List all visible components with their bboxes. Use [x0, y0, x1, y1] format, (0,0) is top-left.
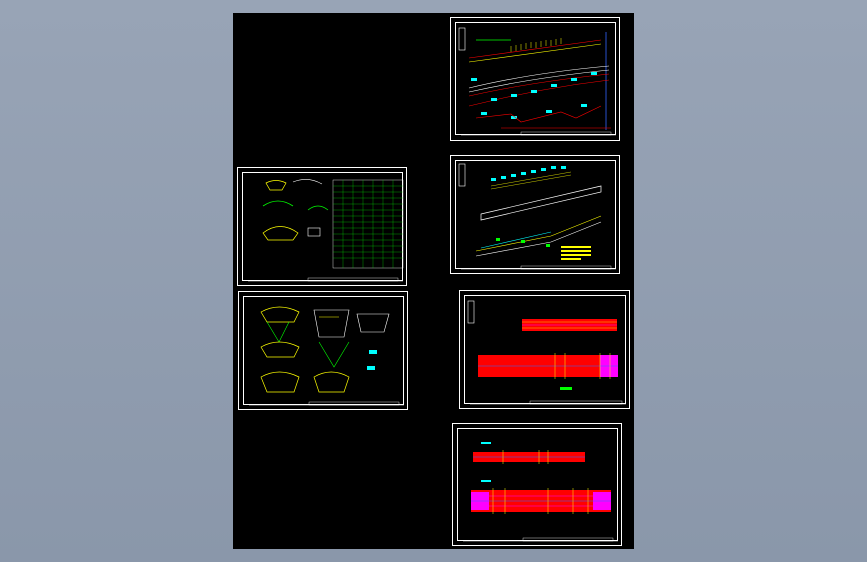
drawing-sheet-red-elevation-1[interactable] [459, 290, 630, 409]
plan-profile-drawing [458, 27, 616, 136]
drawing-sheet-section-table[interactable] [237, 167, 407, 286]
section-table-drawing [248, 179, 404, 282]
red-elevation-drawing [467, 300, 626, 405]
drawing-sheet-detail-sections[interactable] [238, 291, 408, 410]
red-elevation-drawing [463, 442, 618, 542]
cad-model-space[interactable] [233, 13, 634, 549]
drawing-sheet-red-elevation-2[interactable] [452, 423, 622, 546]
detail-sections-drawing [249, 306, 404, 406]
drawing-sheet-plan-profile-2[interactable] [450, 155, 620, 274]
plan-profile-drawing [458, 163, 616, 270]
drawing-sheet-plan-profile-1[interactable] [450, 17, 620, 141]
